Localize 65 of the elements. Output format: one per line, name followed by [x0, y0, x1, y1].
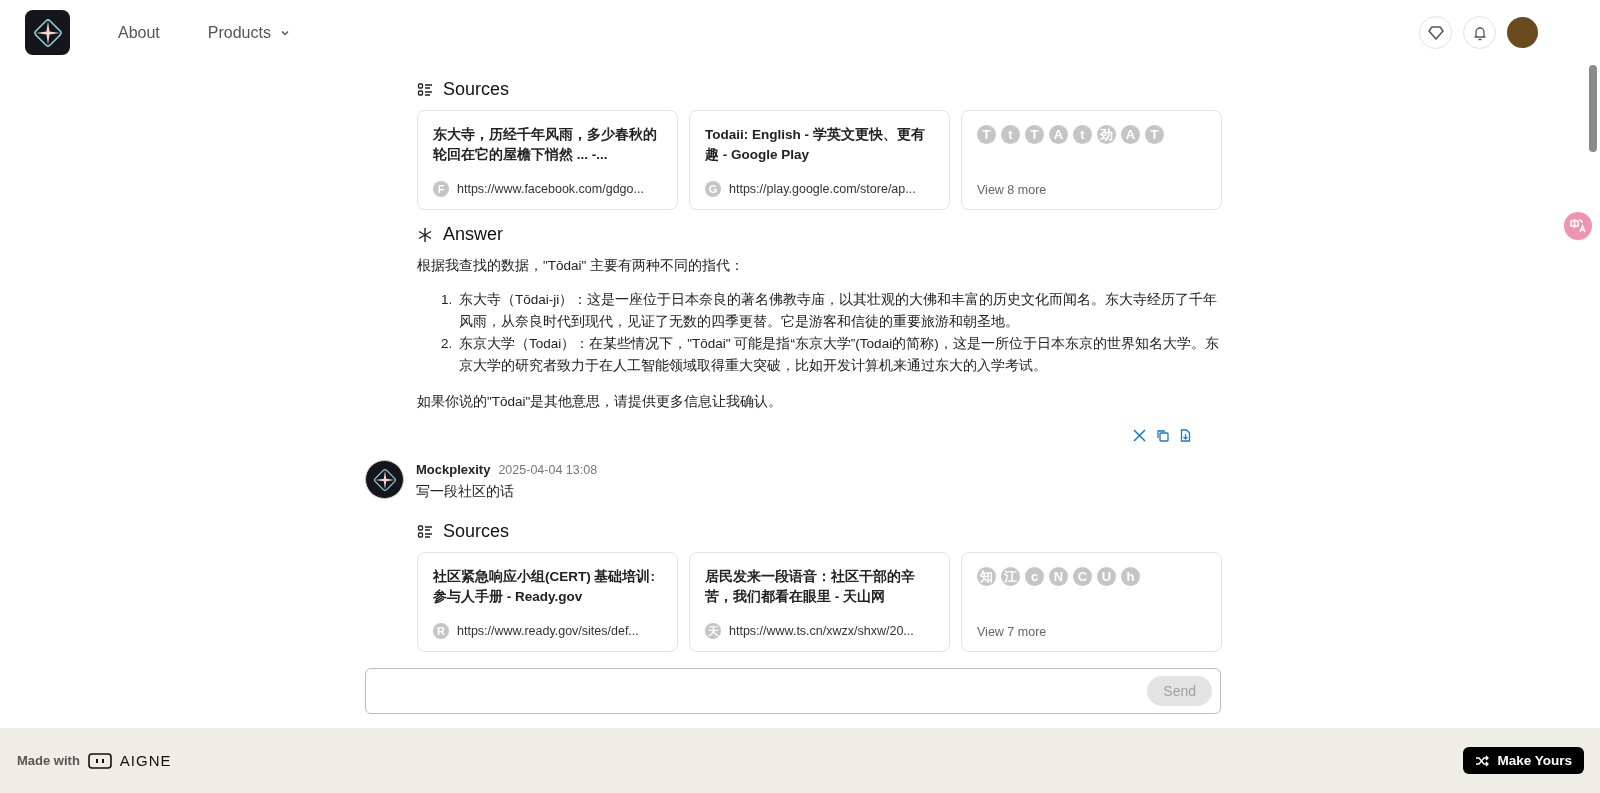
source-card[interactable]: Todaii: English - 学英文更快、更有趣 - Google Play G https://play.google.com/store/ap... [689, 110, 950, 210]
source-title: 东大寺，历经千年风雨，多少春秋的轮回在它的屋檐下悄然 ... -... [433, 126, 658, 164]
nav-link[interactable]: Products [207, 23, 271, 42]
download-file-icon[interactable] [1179, 429, 1192, 442]
answer-text: 如果你说的"Tōdai"是其他意思，请提供更多信息让我确认。 [417, 393, 784, 411]
message-text: 写一段社区的话 [416, 483, 515, 501]
source-url: https://www.ts.cn/xwzx/shxw/20... [729, 624, 914, 638]
section-title: Answer [443, 224, 504, 245]
made-with-label: Made with [17, 753, 80, 768]
favicon: t [1001, 125, 1020, 144]
answer-text: 根据我查找的数据，"Tōdai" 主要有两种不同的指代： [417, 257, 746, 275]
section-title: Sources [443, 521, 510, 542]
favicon: G [705, 181, 721, 197]
user-avatar[interactable] [1507, 17, 1538, 48]
source-card[interactable]: 社区紧急响应小组(CERT) 基础培训: 参与人手册 - Ready.gov R https://www.ready.gov/sites/def... [417, 552, 678, 652]
favicon: 知 [977, 567, 996, 586]
favicon: c [1025, 567, 1044, 586]
favicon: A [1049, 125, 1068, 144]
source-card[interactable]: 东大寺，历经千年风雨，多少春秋的轮回在它的屋檐下悄然 ... -... F https://www.facebook.com/gdgo... [417, 110, 678, 210]
favicon: 天 [705, 623, 721, 639]
source-title: 居民发来一段语音：社区干部的辛苦，我们都看在眼里 - 天山网 [705, 568, 916, 606]
scrollbar[interactable] [1589, 65, 1597, 152]
source-title: 社区紧急响应小组(CERT) 基础培训: 参与人手册 - Ready.gov [433, 568, 656, 606]
favicon: C [1073, 567, 1092, 586]
favicon: t [1073, 125, 1092, 144]
favicon: U [1097, 567, 1116, 586]
favicon: T [977, 125, 996, 144]
app-logo-icon[interactable] [25, 10, 70, 55]
answer-list-item: 东京大学（Todai）：在某些情况下，"Tōdai" 可能是指“东京大学”(Todai的简称)，这是一所位于日本东京的世界知名大学。东京大学的研究者致力于在人工智能领域取得重大突破，比如开发计算机来通过东大的入学考试。 [459, 335, 1220, 375]
source-card[interactable]: 居民发来一段语音：社区干部的辛苦，我们都看在眼里 - 天山网 天 https://www.ts.cn/xwzx/shxw/20... [689, 552, 950, 652]
favicon: A [1121, 125, 1140, 144]
favicon: 江 [1001, 567, 1020, 586]
list-number: 1. [441, 291, 454, 309]
favicon: T [1145, 125, 1164, 144]
favicon: F [433, 181, 449, 197]
copy-icon[interactable] [1156, 429, 1169, 442]
asterisk-icon [417, 226, 433, 243]
section-title: Sources [443, 79, 510, 100]
view-more-link: View 8 more [977, 183, 1048, 197]
nav-link[interactable]: About [118, 23, 160, 42]
list-icon [417, 523, 433, 540]
source-url: https://www.facebook.com/gdgo... [457, 182, 644, 196]
list-icon [417, 81, 433, 98]
favicon: h [1121, 567, 1140, 586]
brand-name: AIGNE [119, 752, 172, 769]
shuffle-icon [1475, 754, 1490, 767]
message-time: 2025-04-04 13:08 [498, 463, 598, 477]
answer-list-item: 东大寺（Tōdai-ji）：这是一座位于日本奈良的著名佛教寺庙，以其壮观的大佛和丰富的历史文化而闻名。东大寺经历了千年风雨，从奈良时代到现代，见证了无数的四季更替。它是游客和信徒的重要旅游和朝圣地。 [459, 291, 1219, 331]
source-url: https://play.google.com/store/ap... [729, 182, 916, 196]
source-title: Todaii: English - 学英文更快、更有趣 - Google Play [705, 126, 926, 164]
more-sources-card[interactable]: 知 江 c N C U h View 7 more [961, 552, 1222, 652]
favicon: R [433, 623, 449, 639]
more-sources-card[interactable]: T t T A t 劲 A T View 8 more [961, 110, 1222, 210]
author-name: Mockplexity [416, 462, 491, 477]
assistant-logo-icon [365, 460, 404, 499]
make-yours-button[interactable]: Make Yours [1463, 747, 1584, 774]
favicon: 劲 [1097, 125, 1116, 144]
notification-bell-icon[interactable] [1463, 16, 1496, 49]
robot-face-icon [87, 752, 112, 769]
favicon: N [1049, 567, 1068, 586]
favicon: T [1025, 125, 1044, 144]
list-number: 2. [441, 335, 454, 353]
x-share-icon[interactable] [1133, 429, 1146, 442]
source-url: https://www.ready.gov/sites/def... [457, 624, 639, 638]
view-more-link: View 7 more [977, 625, 1048, 639]
